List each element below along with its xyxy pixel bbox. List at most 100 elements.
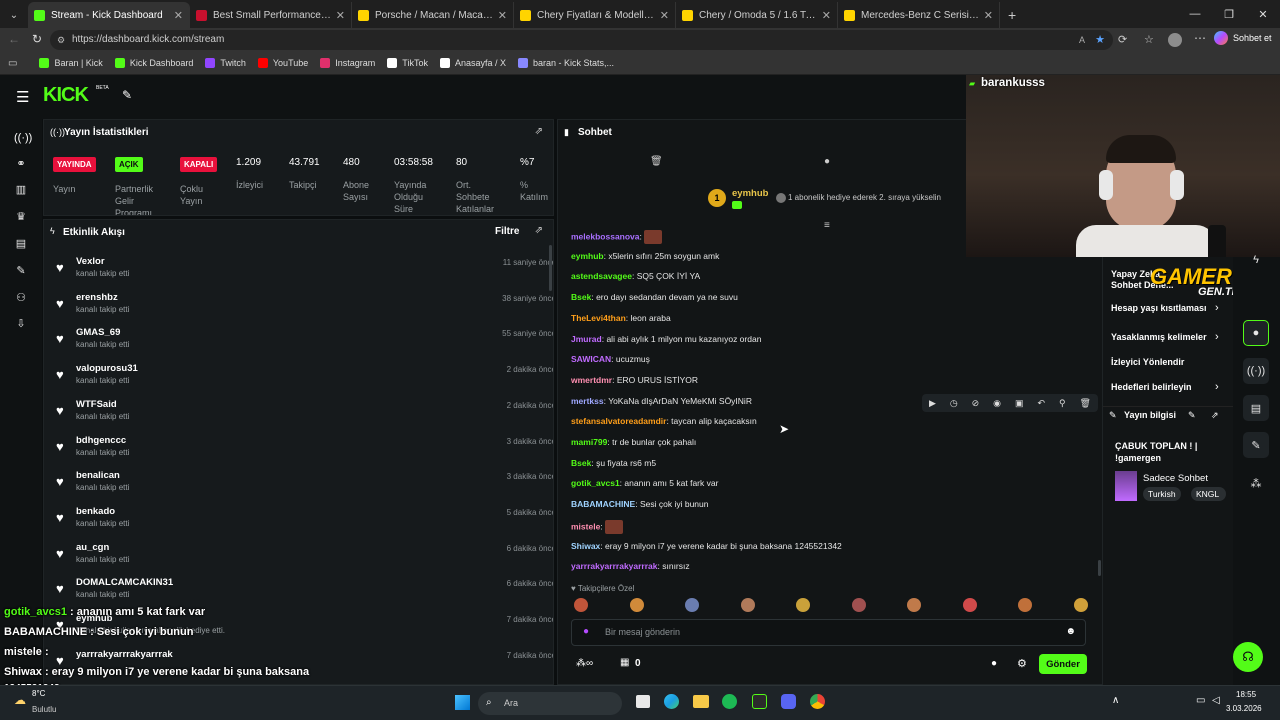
clock-time[interactable]: 18:55 (1236, 690, 1256, 699)
chat-message[interactable]: Shiwax: eray 9 milyon i7 ye verene kadar… (571, 541, 842, 551)
copilot-button[interactable]: Sohbet et (1214, 31, 1272, 45)
kick-app-icon[interactable] (752, 694, 767, 709)
chat-username[interactable]: yarrrakyarrrakyarrrak (571, 561, 658, 571)
chat-message[interactable]: wmertdmr: ERO URUS İSTİYOR (571, 375, 698, 385)
viewer-redirect-item[interactable]: İzleyici Yönlendir (1111, 357, 1184, 367)
chat-message[interactable]: stefansalvatoreadamdir: taycan alip kaça… (571, 416, 757, 426)
site-info-icon[interactable]: ⚙ (57, 30, 65, 50)
sidebar-community-icon[interactable]: ⁂ (1243, 470, 1269, 496)
tab-close-icon[interactable]: ✕ (822, 9, 831, 22)
mod-play-icon[interactable]: ▶ (929, 398, 936, 409)
favorite-star-icon[interactable]: ★ (1095, 30, 1105, 50)
activity-item[interactable]: ♥ GMAS_69 kanalı takip etti 55 saniye önce (56, 325, 553, 359)
profile-avatar[interactable] (1168, 33, 1182, 47)
mod-undo-icon[interactable]: ↶ (1037, 398, 1045, 409)
browser-tab[interactable]: Chery Fiyatları & Modelleri sahibin ✕ (514, 2, 676, 28)
chat-collapse-icon[interactable]: ≡ (824, 220, 830, 231)
activity-item[interactable]: ♥ benkado kanalı takip etti 5 dakika önce (56, 504, 553, 538)
tab-close-icon[interactable]: ✕ (336, 9, 345, 22)
tray-network-icon[interactable]: ▭ (1196, 695, 1205, 706)
bookmark-item[interactable]: YouTube (257, 58, 308, 68)
minimize-icon[interactable]: — (1178, 8, 1212, 20)
kick-logo[interactable]: KICK (43, 84, 89, 107)
extensions-icon[interactable]: ⟳ (1118, 33, 1127, 46)
stream-info-edit-icon[interactable]: ✎ (1188, 410, 1196, 421)
url-input[interactable]: ⚙ https://dashboard.kick.com/stream ★ A (50, 30, 1113, 50)
close-icon[interactable]: ✕ (1246, 8, 1280, 21)
chat-input-box[interactable]: ● Bir mesaj gönderin ☻ (571, 619, 1086, 646)
edge-icon[interactable] (664, 694, 679, 709)
chat-scrollbar[interactable] (1098, 560, 1101, 576)
nav-analytics-icon[interactable]: ▥ (14, 183, 28, 197)
browser-tab[interactable]: Best Small Performance SUVs for 2 ✕ (190, 2, 352, 28)
chat-settings-icon[interactable]: ⚙ (1017, 657, 1027, 670)
tray-speaker-icon[interactable]: ◁ (1212, 695, 1220, 706)
chat-message[interactable]: yarrrakyarrrakyarrrak: sınırsız (571, 561, 690, 571)
chat-message[interactable]: TheLevi4than: leon araba (571, 313, 671, 323)
spotify-icon[interactable] (722, 694, 737, 709)
stats-popout-icon[interactable]: ⇗ (535, 126, 543, 137)
activity-item[interactable]: ♥ erenshbz kanalı takip etti 38 saniye önce (56, 290, 553, 324)
stream-info-popout-icon[interactable]: ⇗ (1211, 410, 1219, 421)
gift-icon[interactable]: ▦ (620, 657, 629, 668)
quick-emote-button[interactable] (1018, 598, 1032, 612)
chat-username[interactable]: TheLevi4than (571, 313, 626, 323)
nav-download-icon[interactable]: ⇩ (14, 317, 28, 331)
microphone-icon[interactable]: ● (583, 626, 589, 637)
chat-username[interactable]: mertkss (571, 396, 604, 406)
mod-timeout-icon[interactable]: ◷ (950, 398, 958, 409)
taskbar-search[interactable]: ⌕ Ara (478, 692, 622, 715)
browser-tab[interactable]: Chery / Omoda 5 / 1.6 T-GDI / Lu ✕ (676, 2, 838, 28)
pin-tool-icon[interactable]: ✎ (122, 88, 132, 102)
chat-username[interactable]: SAWICAN (571, 354, 611, 364)
tab-close-icon[interactable]: ✕ (174, 9, 183, 22)
file-explorer-icon[interactable] (693, 695, 709, 708)
set-goals-item[interactable]: Hedefleri belirleyin (1111, 382, 1192, 392)
chat-message[interactable]: Bsek: ero dayı sedandan devam ya ne suvu (571, 292, 738, 302)
mod-ban-icon[interactable]: ⊘ (972, 398, 980, 409)
quick-emote-button[interactable] (685, 598, 699, 612)
nav-trophy-icon[interactable]: ♛ (14, 210, 28, 224)
chat-message[interactable]: BABAMACHINE: Sesi çok iyi bunun (571, 499, 708, 509)
read-aloud-icon[interactable]: A (1079, 30, 1085, 50)
hamburger-menu-icon[interactable]: ☰ (16, 88, 29, 106)
sidebar-bolt-icon[interactable]: ϟ (1243, 247, 1269, 273)
chrome-icon[interactable] (810, 694, 825, 709)
browser-tab[interactable]: Stream - Kick Dashboard ✕ (28, 2, 190, 28)
refresh-icon[interactable]: ↻ (32, 32, 42, 46)
bookmark-item[interactable]: Instagram (320, 58, 375, 68)
chat-username[interactable]: stefansalvatoreadamdir (571, 416, 666, 426)
chat-message[interactable]: mami799: tr de bunlar çok pahalı (571, 437, 696, 447)
mod-pin-icon[interactable]: ⚲ (1059, 398, 1066, 409)
favorites-icon[interactable]: ☆ (1144, 33, 1154, 46)
chat-username[interactable]: Bsek (571, 458, 591, 468)
sidebar-broadcast-icon[interactable]: ((·)) (1243, 358, 1269, 384)
more-icon[interactable]: ⋯ (1194, 31, 1206, 45)
chat-username[interactable]: Bsek (571, 292, 591, 302)
activity-item[interactable]: ♥ Vexlor kanalı takip etti 11 saniye önce (56, 254, 553, 288)
sidebar-chat-icon[interactable]: ● (1243, 320, 1269, 346)
task-view-icon[interactable] (636, 695, 650, 708)
bookmark-item[interactable]: Twitch (205, 58, 246, 68)
chat-message[interactable]: mertkss: YoKaNa dIşArDaN YeMeKMi SÖyINiR (571, 396, 752, 406)
bookmark-item[interactable]: Baran | Kick (39, 58, 103, 68)
tag-kngl[interactable]: KNGL (1191, 487, 1226, 501)
discord-icon[interactable] (781, 694, 796, 709)
chat-username[interactable]: Jmurad (571, 334, 602, 344)
bookmark-item[interactable]: Kick Dashboard (114, 58, 193, 68)
new-tab-button[interactable]: + (1008, 2, 1016, 28)
mod-delete-icon[interactable]: 🗑 (1079, 398, 1090, 409)
support-headset-button[interactable]: ☊ (1233, 642, 1263, 672)
chat-message[interactable]: Bsek: şu fiyata rs6 m5 (571, 458, 656, 468)
activity-item[interactable]: ♥ DOMALCAMCAKIN31 kanalı takip etti 6 dakik… (56, 575, 553, 609)
quick-emote-button[interactable] (1073, 598, 1088, 612)
channel-points-icon[interactable]: ⁂∞ (576, 658, 593, 669)
quick-emote-button[interactable] (962, 598, 977, 612)
bookmark-item[interactable]: Anasayfa / X (439, 58, 506, 68)
nav-stream-icon[interactable]: ((·)) (14, 131, 32, 145)
activity-item[interactable]: ♥ au_cgn kanalı takip etti 6 dakika önce (56, 540, 553, 574)
category-name[interactable]: Sadece Sohbet (1143, 473, 1208, 484)
pinned-gifter-card[interactable]: 1 eymhub 1 abonelik hediye ederek 2. sır… (708, 186, 958, 212)
chat-username[interactable]: astendsavagee (571, 271, 632, 281)
send-button[interactable]: Gönder (1039, 654, 1087, 674)
